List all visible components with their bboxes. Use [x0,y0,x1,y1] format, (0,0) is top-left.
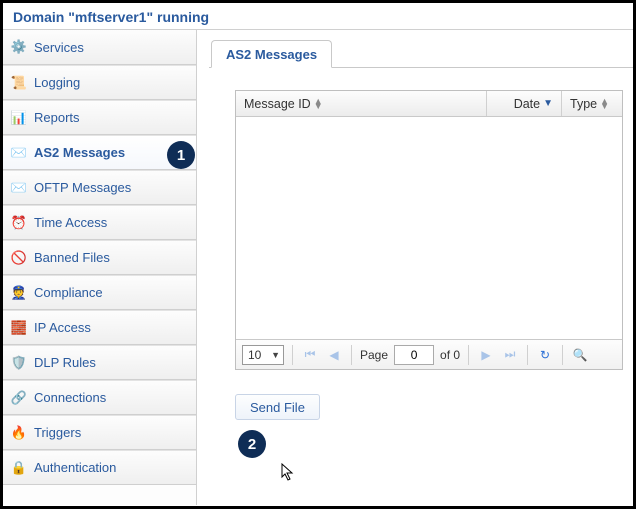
firewall-icon: 🧱 [11,320,27,336]
pager-search-button[interactable]: 🔍 [571,346,589,364]
app-frame: Domain "mftserver1" running ⚙️ Services … [0,0,636,509]
page-size-select[interactable]: 10 ▼ [242,345,284,365]
sidebar-item-label: Triggers [34,425,81,440]
sidebar-item-oftp-messages[interactable]: ✉️ OFTP Messages [3,170,196,205]
pager-refresh-button[interactable]: ↻ [536,346,554,364]
sidebar-item-label: Services [34,40,84,55]
sidebar-item-label: IP Access [34,320,91,335]
sidebar-item-time-access[interactable]: ⏰ Time Access [3,205,196,240]
sidebar-item-banned-files[interactable]: 🚫 Banned Files [3,240,196,275]
pager-last-button[interactable]: ⏭ [501,346,519,364]
message-icon: ✉️ [11,180,27,196]
pager-next-button[interactable]: ▶ [477,346,495,364]
page-size-value: 10 [248,348,261,362]
sidebar-item-ip-access[interactable]: 🧱 IP Access [3,310,196,345]
separator [351,345,352,365]
column-label: Type [570,97,597,111]
sidebar-item-compliance[interactable]: 👮 Compliance [3,275,196,310]
log-icon: 📜 [11,75,27,91]
trigger-icon: 🔥 [11,425,27,441]
grid-header-row: Message ID ▲▼ Date ▼ Type ▲▼ [236,91,622,117]
pager-first-button[interactable]: ⏮ [301,346,319,364]
grid-body [236,117,622,339]
send-file-button[interactable]: Send File [235,394,320,420]
sidebar-item-triggers[interactable]: 🔥 Triggers [3,415,196,450]
sort-icon: ▲▼ [600,99,609,109]
page-label: Page [360,348,388,362]
callout-1: 1 [167,141,195,169]
sidebar-item-label: Time Access [34,215,107,230]
sidebar-item-logging[interactable]: 📜 Logging [3,65,196,100]
tab-as2-messages[interactable]: AS2 Messages [211,40,332,68]
domain-header: Domain "mftserver1" running [3,3,633,30]
page-number-input[interactable] [394,345,434,365]
chart-icon: 📊 [11,110,27,126]
compliance-icon: 👮 [11,285,27,301]
sidebar: ⚙️ Services 📜 Logging 📊 Reports ✉️ AS2 M… [3,30,197,505]
messages-grid: Message ID ▲▼ Date ▼ Type ▲▼ [235,90,623,370]
shield-icon: 🛡️ [11,355,27,371]
callout-label: 1 [177,147,185,164]
sidebar-item-reports[interactable]: 📊 Reports [3,100,196,135]
clock-icon: ⏰ [11,215,27,231]
sidebar-item-services[interactable]: ⚙️ Services [3,30,196,65]
page-of-label: of 0 [440,348,460,362]
action-row: Send File [235,394,633,420]
sidebar-item-label: DLP Rules [34,355,96,370]
column-header-message-id[interactable]: Message ID ▲▼ [236,91,487,116]
column-label: Date [514,97,540,111]
banned-icon: 🚫 [11,250,27,266]
column-header-date[interactable]: Date ▼ [487,91,562,116]
pager: 10 ▼ ⏮ ◀ Page of 0 ▶ ⏭ ↻ [236,339,622,369]
callout-2: 2 [238,430,266,458]
sidebar-item-authentication[interactable]: 🔒 Authentication [3,450,196,485]
sidebar-item-connections[interactable]: 🔗 Connections [3,380,196,415]
column-header-type[interactable]: Type ▲▼ [562,91,622,116]
sidebar-item-label: Logging [34,75,80,90]
body-area: ⚙️ Services 📜 Logging 📊 Reports ✉️ AS2 M… [3,30,633,505]
sort-icon: ▲▼ [314,99,323,109]
message-icon: ✉️ [11,145,27,161]
sidebar-item-label: OFTP Messages [34,180,131,195]
column-label: Message ID [244,97,311,111]
messages-panel: Message ID ▲▼ Date ▼ Type ▲▼ [235,90,623,370]
pager-prev-button[interactable]: ◀ [325,346,343,364]
separator [292,345,293,365]
sidebar-item-label: AS2 Messages [34,145,125,160]
separator [562,345,563,365]
link-icon: 🔗 [11,390,27,406]
lock-icon: 🔒 [11,460,27,476]
gear-icon: ⚙️ [11,39,27,55]
sidebar-item-label: Connections [34,390,106,405]
sidebar-item-label: Authentication [34,460,116,475]
tab-label: AS2 Messages [226,47,317,62]
sidebar-item-label: Compliance [34,285,103,300]
tab-strip: AS2 Messages [209,38,633,68]
separator [468,345,469,365]
sidebar-item-label: Reports [34,110,80,125]
send-file-label: Send File [250,400,305,415]
sidebar-item-dlp-rules[interactable]: 🛡️ DLP Rules [3,345,196,380]
sort-desc-icon: ▼ [543,98,553,109]
domain-title: Domain "mftserver1" running [13,9,209,25]
callout-label: 2 [248,436,256,453]
separator [527,345,528,365]
sidebar-item-label: Banned Files [34,250,110,265]
chevron-down-icon: ▼ [271,350,280,360]
